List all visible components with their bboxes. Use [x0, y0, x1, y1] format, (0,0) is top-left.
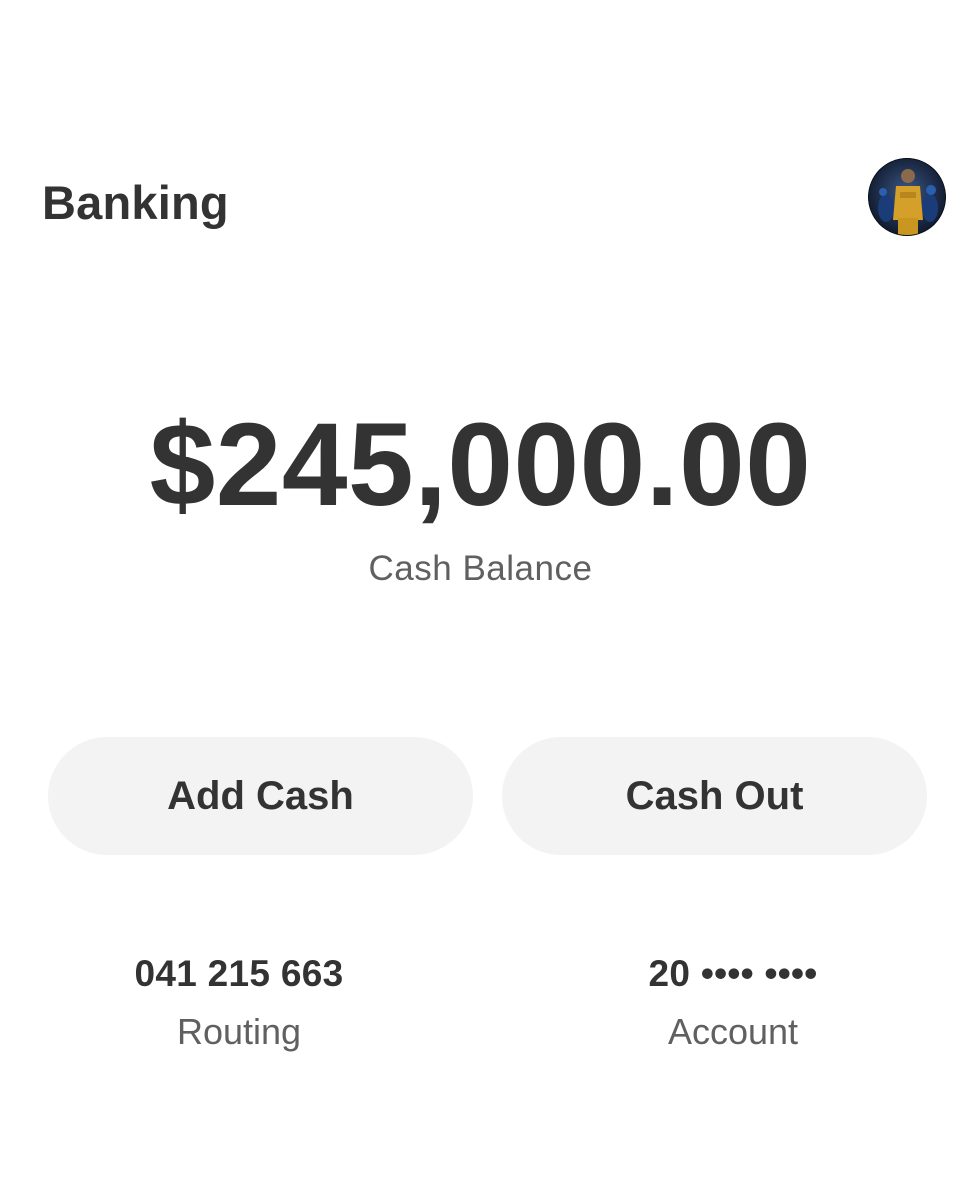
account-number: 20 •••• ••••	[648, 953, 818, 994]
add-cash-button[interactable]: Add Cash	[48, 737, 473, 855]
header: Banking	[0, 135, 961, 265]
top-blank-area	[0, 0, 961, 135]
profile-avatar-icon[interactable]	[868, 158, 946, 236]
page-title: Banking	[42, 176, 229, 229]
avatar-image	[868, 158, 946, 236]
routing-label: Routing	[176, 1011, 302, 1052]
routing-number: 041 215 663	[134, 953, 344, 994]
routing-info[interactable]: 041 215 663 Routing	[49, 950, 429, 1056]
banking-screen: Banking $245,000.00 Cash Balance Add Cas…	[0, 0, 961, 1200]
cash-balance-label: Cash Balance	[368, 549, 593, 588]
account-label: Account	[667, 1011, 799, 1052]
account-info[interactable]: 20 •••• •••• Account	[543, 950, 923, 1056]
cash-out-button[interactable]: Cash Out	[502, 737, 927, 855]
cash-balance-amount: $245,000.00	[149, 399, 812, 531]
